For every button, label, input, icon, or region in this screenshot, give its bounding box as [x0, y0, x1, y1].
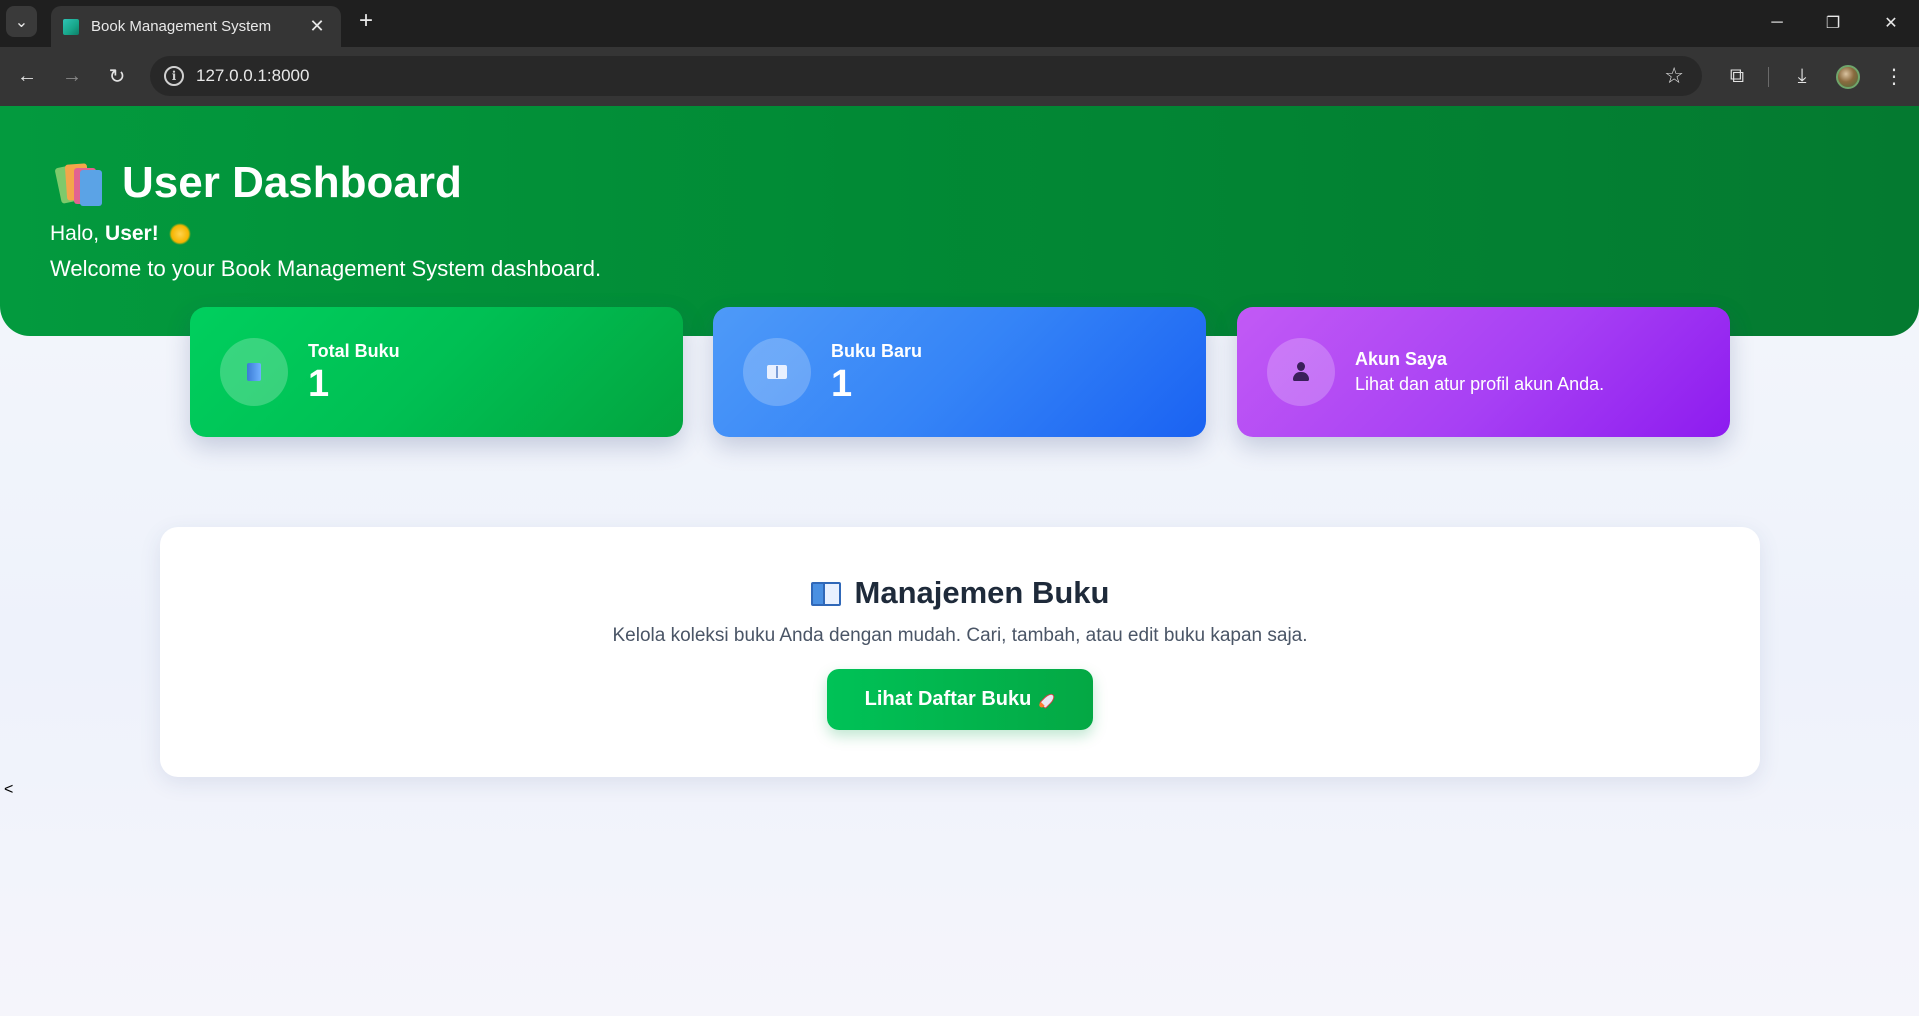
- reload-button[interactable]: ↻: [102, 61, 132, 91]
- browser-toolbar: ← → ↻ i 127.0.0.1:8000 ☆ ⧉ ⤓ ⋮: [0, 47, 1919, 106]
- book-favicon-icon: [63, 18, 79, 35]
- tab-list-button[interactable]: ⌄: [6, 6, 37, 37]
- card-value: 1: [831, 362, 853, 405]
- tab-close-icon[interactable]: ✕: [307, 16, 327, 37]
- panel-title-row: Manajemen Buku: [160, 575, 1760, 611]
- restore-button[interactable]: ❐: [1813, 8, 1853, 38]
- back-button[interactable]: ←: [12, 61, 42, 91]
- card-label: Buku Baru: [831, 340, 923, 361]
- new-tab-button[interactable]: +: [354, 9, 378, 34]
- download-icon[interactable]: ⤓: [1787, 61, 1817, 91]
- open-book-icon: [743, 338, 811, 406]
- my-account-card[interactable]: Akun Saya Lihat dan atur profil akun And…: [1237, 307, 1730, 437]
- card-label: Akun Saya: [1355, 349, 1448, 369]
- page-title: User Dashboard: [122, 158, 462, 207]
- chevron-down-icon: ⌄: [14, 13, 29, 31]
- blue-book-icon: [220, 338, 288, 406]
- hero-title-row: User Dashboard: [54, 158, 462, 208]
- browser-menu-icon[interactable]: ⋮: [1879, 61, 1909, 91]
- url-text[interactable]: 127.0.0.1:8000: [196, 66, 309, 86]
- books-icon: [54, 160, 102, 206]
- hero-header: User Dashboard Halo, User! Welcome to yo…: [0, 106, 1919, 336]
- greeting-prefix: Halo,: [50, 222, 100, 245]
- tab-title: Book Management System: [91, 18, 272, 35]
- user-icon: [1267, 338, 1335, 406]
- site-info-icon[interactable]: i: [164, 66, 184, 86]
- toolbar-divider: [1768, 67, 1769, 87]
- minimize-button[interactable]: ─: [1757, 8, 1797, 38]
- book-management-panel: Manajemen Buku Kelola koleksi buku Anda …: [160, 527, 1760, 777]
- extensions-icon[interactable]: ⧉: [1722, 61, 1752, 91]
- card-description: Lihat dan atur profil akun Anda.: [1355, 374, 1605, 394]
- bookmark-star-icon[interactable]: ☆: [1664, 63, 1684, 89]
- profile-avatar[interactable]: [1836, 65, 1860, 89]
- card-label: Total Buku: [308, 340, 400, 361]
- sun-icon: [168, 223, 191, 245]
- view-book-list-button[interactable]: Lihat Daftar Buku: [827, 669, 1093, 730]
- stray-text: <: [4, 781, 14, 798]
- greeting: Halo, User!: [50, 222, 191, 246]
- greeting-name: User!: [105, 222, 159, 245]
- browser-tab[interactable]: Book Management System ✕: [51, 6, 341, 47]
- forward-button[interactable]: →: [57, 61, 87, 91]
- rocket-icon: [1034, 687, 1059, 712]
- total-books-card: Total Buku 1: [190, 307, 683, 437]
- address-bar[interactable]: i 127.0.0.1:8000 ☆: [150, 56, 1702, 96]
- window-close-button[interactable]: ✕: [1871, 8, 1911, 38]
- panel-title: Manajemen Buku: [854, 575, 1110, 610]
- welcome-text: Welcome to your Book Management System d…: [50, 256, 602, 281]
- panel-description: Kelola koleksi buku Anda dengan mudah. C…: [612, 625, 1308, 646]
- open-book-icon: [810, 582, 841, 606]
- page-body: User Dashboard Halo, User! Welcome to yo…: [0, 106, 1919, 1016]
- card-value: 1: [308, 362, 330, 405]
- browser-tab-bar: ⌄ Book Management System ✕ + ─ ❐ ✕: [0, 0, 1919, 47]
- button-label: Lihat Daftar Buku: [864, 688, 1032, 710]
- new-books-card: Buku Baru 1: [713, 307, 1206, 437]
